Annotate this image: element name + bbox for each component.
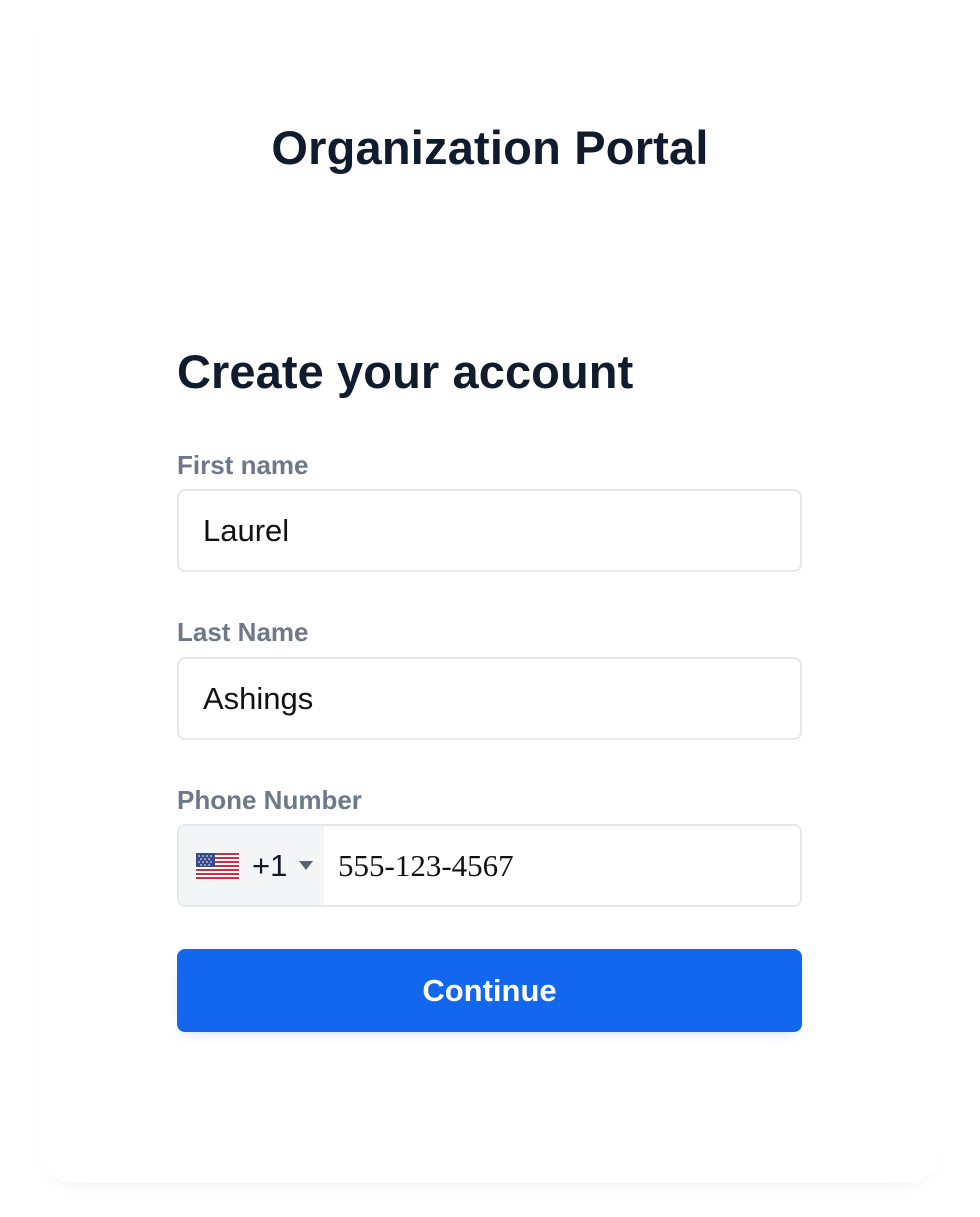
- phone-field: +1: [177, 824, 802, 907]
- last-name-label: Last Name: [177, 617, 309, 647]
- country-code-select[interactable]: +1: [179, 826, 324, 905]
- chevron-down-icon: [299, 861, 314, 870]
- first-name-label: First name: [177, 450, 309, 480]
- continue-button[interactable]: Continue: [177, 949, 802, 1032]
- page: Organization Portal Create your account …: [0, 0, 980, 1217]
- form-heading: Create your account: [177, 345, 634, 398]
- signup-form: Create your account First name Last Name…: [177, 340, 802, 1032]
- phone-number-label: Phone Number: [177, 785, 362, 815]
- last-name-input[interactable]: [177, 657, 802, 740]
- dial-code: +1: [252, 847, 288, 883]
- us-flag-icon: [196, 852, 239, 879]
- portal-title: Organization Portal: [271, 121, 709, 174]
- first-name-input[interactable]: [177, 489, 802, 572]
- phone-number-input[interactable]: [324, 826, 800, 905]
